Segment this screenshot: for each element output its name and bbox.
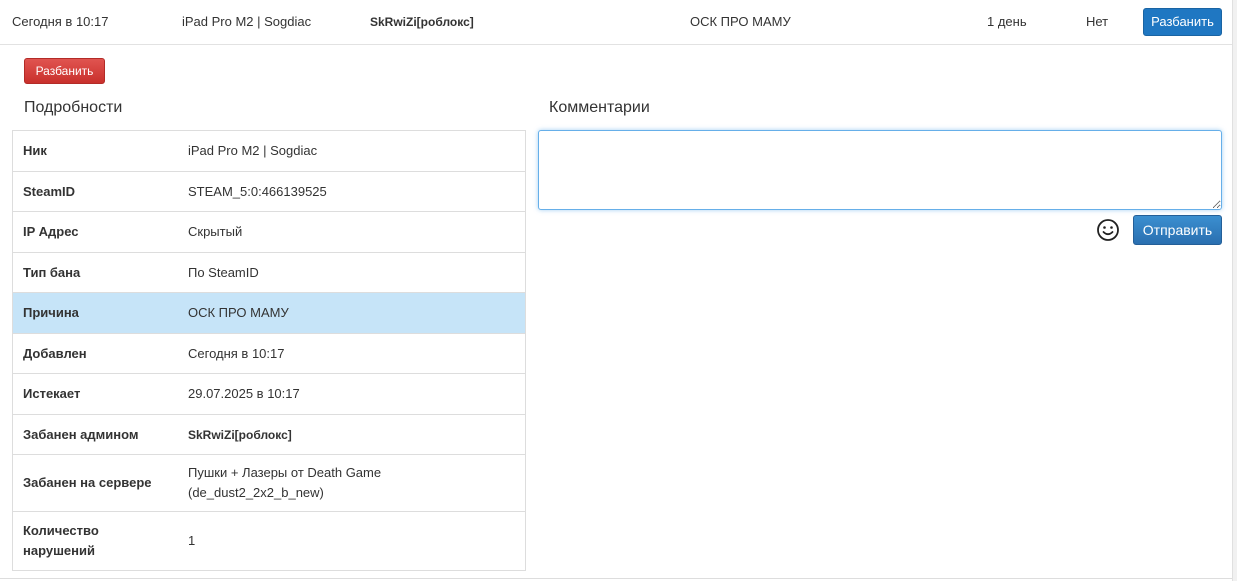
details-value: Пушки + Лазеры от Death Game (de_dust2_2…	[188, 465, 382, 500]
details-key: Тип бана	[23, 264, 81, 280]
send-comment-button[interactable]: Отправить	[1133, 215, 1222, 245]
unban-button-top[interactable]: Разбанить	[1143, 8, 1222, 36]
details-value: ОСК ПРО МАМУ	[188, 305, 289, 320]
details-value: iPad Pro M2 | Sogdiac	[188, 143, 318, 158]
details-key: Добавлен	[23, 345, 87, 361]
details-row-ban-type: Тип бана По SteamID	[13, 253, 525, 293]
comment-input[interactable]	[538, 130, 1222, 210]
details-value: STEAM_5:0:466139525	[188, 183, 327, 199]
ban-details-page: Сегодня в 10:17 iPad Pro M2 | Sogdiac Sk…	[0, 0, 1237, 581]
ban-length: 1 день	[987, 14, 1027, 29]
details-key: SteamID	[23, 183, 76, 199]
details-row-nick: Ник iPad Pro M2 | Sogdiac	[13, 131, 525, 172]
ban-reason: ОСК ПРО МАМУ	[690, 14, 791, 29]
details-key: Причина	[23, 305, 79, 320]
details-key: Ник	[23, 143, 47, 158]
details-value: Скрытый	[188, 224, 243, 239]
details-key: Количество нарушений	[23, 523, 99, 558]
details-table: Ник iPad Pro M2 | Sogdiac SteamID STEAM_…	[12, 130, 526, 571]
details-row-server: Забанен на сервере Пушки + Лазеры от Dea…	[13, 455, 525, 512]
unban-button[interactable]: Разбанить	[24, 58, 105, 84]
details-row-reason: Причина ОСК ПРО МАМУ	[13, 293, 525, 334]
details-title: Подробности	[24, 99, 123, 116]
details-key: Забанен админом	[23, 426, 139, 442]
details-row-violations: Количество нарушений 1	[13, 512, 525, 570]
details-row-banned-by: Забанен админом SkRwiZi[роблокс]	[13, 415, 525, 455]
comments-title: Комментарии	[549, 99, 650, 116]
details-row-steamid: SteamID STEAM_5:0:466139525	[13, 172, 525, 212]
ban-date: Сегодня в 10:17	[12, 14, 109, 29]
details-value: Сегодня в 10:17	[188, 345, 285, 361]
details-value: 29.07.2025 в 10:17	[188, 386, 300, 401]
ban-admin: SkRwiZi[роблокс]	[370, 15, 474, 29]
details-key: IP Адрес	[23, 224, 79, 239]
details-value: По SteamID	[188, 264, 259, 280]
ban-nick: iPad Pro M2 | Sogdiac	[182, 14, 312, 29]
details-value: SkRwiZi[роблокс]	[188, 427, 292, 442]
details-row-expires: Истекает 29.07.2025 в 10:17	[13, 374, 525, 415]
ban-summary-row: Сегодня в 10:17 iPad Pro M2 | Sogdiac Sk…	[0, 0, 1237, 45]
details-value: 1	[188, 533, 196, 548]
scrollbar-track[interactable]	[1232, 0, 1237, 581]
smiley-icon[interactable]	[1096, 218, 1120, 242]
details-key: Забанен на сервере	[23, 475, 152, 490]
ban-status: Нет	[1086, 14, 1109, 29]
bottom-divider	[0, 578, 1237, 579]
details-row-added: Добавлен Сегодня в 10:17	[13, 334, 525, 374]
details-key: Истекает	[23, 386, 81, 401]
details-row-ip: IP Адрес Скрытый	[13, 212, 525, 253]
